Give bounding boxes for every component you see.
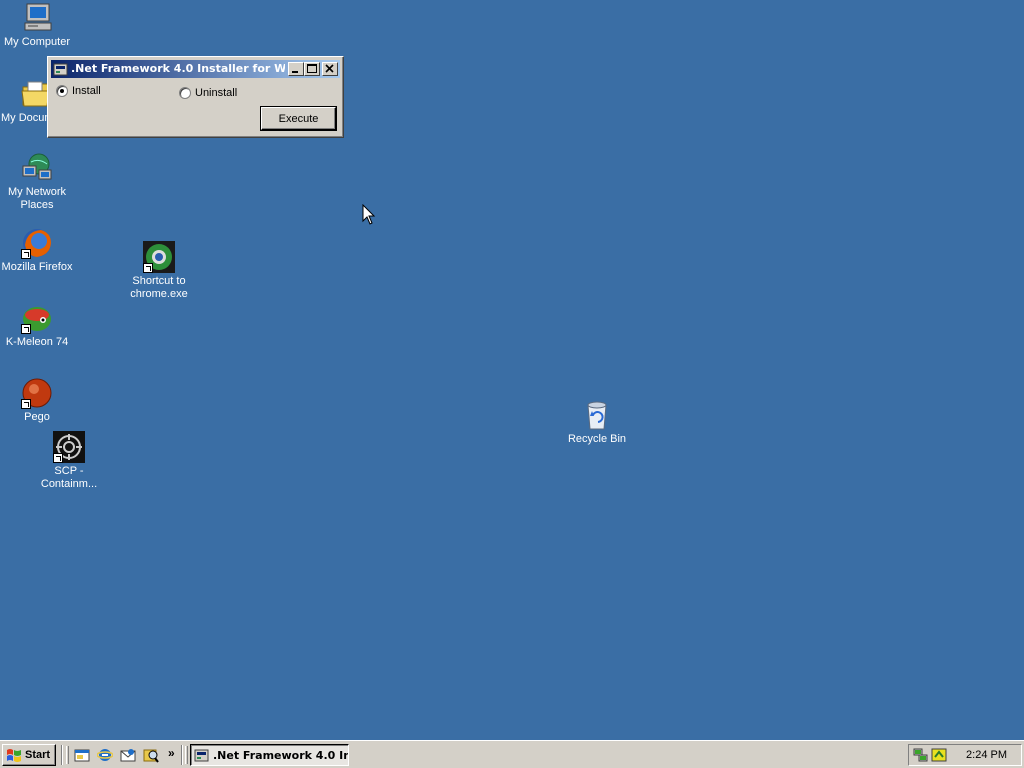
computer-icon [21, 2, 53, 34]
taskbar-separator [181, 745, 183, 765]
chrome-icon [143, 241, 175, 273]
desktop-icon-label: Recycle Bin [567, 433, 627, 445]
taskbar: Start » .Net Framework 4.0 In... 2:24 PM [0, 740, 1024, 768]
installer-app-icon [194, 749, 209, 762]
desktop-icon-label: SCP - Containm... [38, 465, 100, 491]
shortcut-arrow-icon [21, 324, 31, 334]
desktop-icon-label: K-Meleon 74 [5, 336, 69, 348]
taskbar-button-label: .Net Framework 4.0 In... [213, 748, 349, 762]
close-button[interactable] [322, 62, 338, 76]
shortcut-arrow-icon [21, 399, 31, 409]
maximize-button[interactable] [304, 62, 320, 76]
minimize-icon [292, 71, 298, 73]
network-icon [21, 152, 53, 184]
minimize-button[interactable] [288, 62, 304, 76]
mouse-cursor-icon [362, 204, 376, 225]
scp-label-text: SCP - Containm... [40, 465, 98, 490]
desktop-icon-label: Mozilla Firefox [1, 261, 73, 273]
tray-app-icon[interactable] [931, 747, 947, 763]
install-radio[interactable] [56, 85, 68, 97]
start-label: Start [25, 749, 51, 761]
uninstall-option[interactable]: Uninstall [179, 87, 237, 99]
desktop-icon-mozilla-firefox[interactable]: Mozilla Firefox [0, 227, 74, 274]
shortcut-arrow-icon [21, 249, 31, 259]
windows-logo-icon [7, 749, 21, 762]
quick-launch-chevron[interactable]: » [168, 746, 175, 760]
task-area-grip[interactable] [185, 746, 188, 764]
outlook-express-icon[interactable] [120, 747, 136, 763]
shortcut-arrow-icon [143, 263, 153, 273]
network-status-icon[interactable] [913, 747, 929, 763]
search-icon[interactable] [143, 747, 159, 763]
installer-window[interactable]: .Net Framework 4.0 Installer for Win... … [47, 56, 344, 138]
desktop-icon-k-meleon[interactable]: K-Meleon 74 [0, 302, 74, 349]
taskbar-button-installer[interactable]: .Net Framework 4.0 In... [190, 744, 349, 766]
desktop-icon-chrome-shortcut[interactable]: Shortcut to chrome.exe [122, 241, 196, 301]
uninstall-radio[interactable] [179, 87, 191, 99]
start-button[interactable]: Start [2, 744, 56, 766]
taskbar-separator [61, 745, 63, 765]
kmeleon-icon [21, 302, 53, 334]
window-title-bar[interactable]: .Net Framework 4.0 Installer for Win... [51, 60, 340, 78]
install-label: Install [72, 85, 101, 97]
pego-icon [21, 377, 53, 409]
desktop-icon-label: Shortcut to chrome.exe [130, 275, 188, 300]
desktop-icon-pego[interactable]: Pego [0, 377, 74, 424]
execute-button[interactable]: Execute [260, 106, 337, 131]
installer-app-icon [53, 63, 68, 76]
desktop-icon-label: Pego [24, 411, 50, 423]
scp-icon [53, 431, 85, 463]
desktop-icon-scp[interactable]: SCP - Containm... [32, 431, 106, 491]
system-tray: 2:24 PM [908, 744, 1022, 766]
maximize-icon [307, 64, 317, 73]
shortcut-arrow-icon [53, 453, 63, 463]
close-icon [325, 64, 334, 73]
recycle-bin-icon [581, 399, 613, 431]
internet-explorer-icon[interactable] [97, 747, 113, 763]
install-option[interactable]: Install [56, 85, 101, 97]
desktop-icon-recycle-bin[interactable]: Recycle Bin [560, 399, 634, 446]
desktop-icon-label: My Computer [3, 36, 71, 48]
desktop-icon-my-computer[interactable]: My Computer [0, 2, 74, 49]
desktop-icon-label: My Network Places [7, 186, 67, 211]
desktop-icon-my-network-places[interactable]: My Network Places [0, 152, 74, 212]
firefox-icon [21, 227, 53, 259]
desktop: My Computer My Documents My Network Plac… [0, 0, 1024, 740]
window-title: .Net Framework 4.0 Installer for Win... [71, 62, 285, 75]
quick-launch-grip[interactable] [66, 746, 69, 764]
clock[interactable]: 2:24 PM [966, 749, 1007, 761]
uninstall-label: Uninstall [195, 87, 238, 99]
show-desktop-icon[interactable] [74, 747, 90, 763]
